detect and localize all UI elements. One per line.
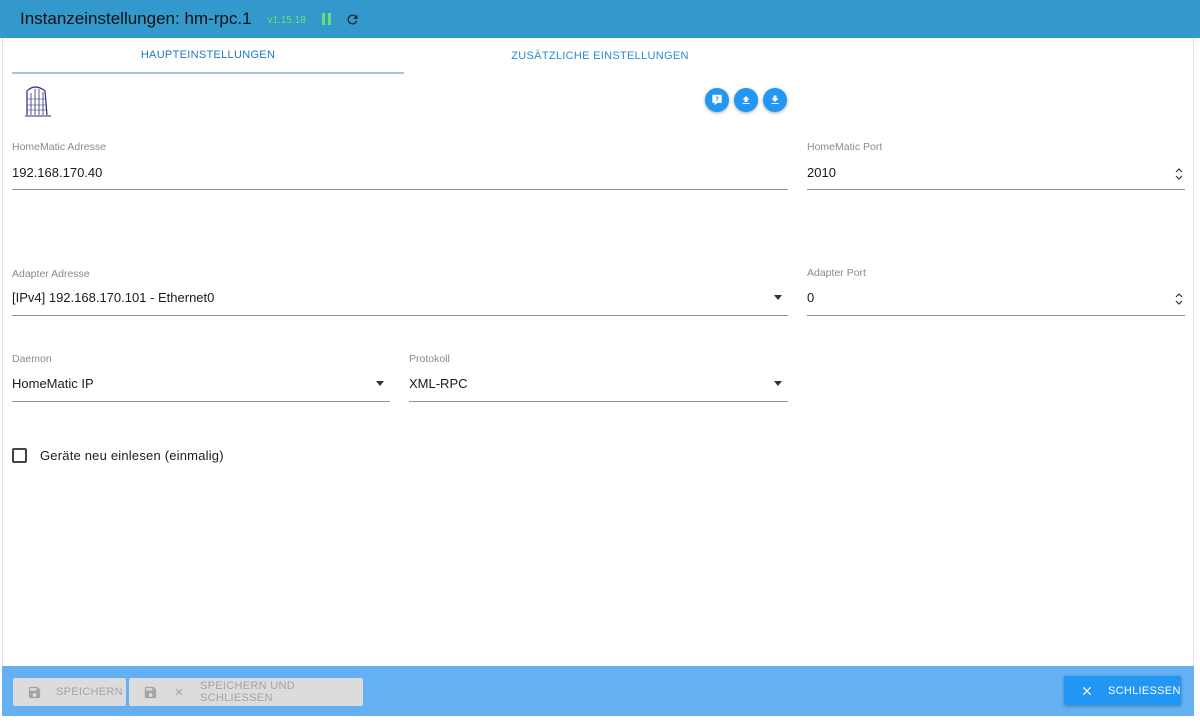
- download-icon: [769, 94, 781, 106]
- close-icon: [173, 686, 185, 698]
- footer-bar: SPEICHERN SPEICHERN UND SCHLIESSEN SCHLI…: [2, 666, 1194, 716]
- adapter-address-label: Adapter Adresse: [12, 268, 90, 280]
- help-icon: ?: [710, 93, 724, 107]
- window-title: Instanzeinstellungen: hm-rpc.1: [20, 9, 252, 28]
- chevron-down-icon[interactable]: [774, 381, 782, 386]
- save-button[interactable]: SPEICHERN: [13, 678, 126, 706]
- reload-devices-checkbox[interactable]: [12, 448, 27, 463]
- upload-button[interactable]: [734, 88, 758, 112]
- close-button[interactable]: SCHLIESSEN: [1064, 676, 1181, 705]
- chevron-down-icon[interactable]: [376, 381, 384, 386]
- homematic-address-label: HomeMatic Adresse: [12, 141, 106, 153]
- version-badge: v1.15.18: [267, 15, 306, 26]
- floppy-disk-icon: [143, 685, 158, 700]
- settings-panel: HAUPTEINSTELLUNGEN ZUSÄTZLICHE EINSTELLU…: [2, 38, 1194, 666]
- daemon-value: HomeMatic IP: [12, 376, 94, 391]
- adapter-port-stepper-icon[interactable]: [1175, 292, 1183, 306]
- adapter-port-label: Adapter Port: [807, 267, 866, 279]
- homematic-port-field[interactable]: HomeMatic Port 2010: [807, 141, 1185, 190]
- adapter-address-select[interactable]: Adapter Adresse [IPv4] 192.168.170.101 -…: [12, 268, 788, 316]
- homematic-logo: [23, 81, 53, 121]
- protocol-value: XML-RPC: [409, 376, 468, 391]
- help-button[interactable]: ?: [705, 88, 729, 112]
- save-label: SPEICHERN: [56, 686, 123, 698]
- tab-additional-settings[interactable]: ZUSÄTZLICHE EINSTELLUNGEN: [404, 38, 796, 74]
- download-button[interactable]: [763, 88, 787, 112]
- homematic-port-label: HomeMatic Port: [807, 141, 883, 153]
- reload-icon[interactable]: [345, 12, 360, 27]
- adapter-port-field[interactable]: Adapter Port 0: [807, 267, 1185, 316]
- floppy-disk-icon: [27, 685, 42, 700]
- port-stepper-icon[interactable]: [1175, 167, 1183, 181]
- reload-devices-label: Geräte neu einlesen (einmalig): [40, 448, 224, 463]
- upload-icon: [740, 94, 752, 106]
- protocol-label: Protokoll: [409, 353, 450, 365]
- reload-devices-option[interactable]: Geräte neu einlesen (einmalig): [12, 448, 224, 463]
- adapter-port-input[interactable]: 0: [807, 290, 814, 305]
- homematic-address-field[interactable]: HomeMatic Adresse 192.168.170.40: [12, 141, 788, 190]
- title-bar: Instanzeinstellungen: hm-rpc.1 v1.15.18: [0, 0, 1200, 38]
- homematic-address-input[interactable]: 192.168.170.40: [12, 165, 102, 180]
- save-and-close-label: SPEICHERN UND SCHLIESSEN: [200, 680, 295, 704]
- daemon-label: Daemon: [12, 353, 52, 365]
- tab-main-settings[interactable]: HAUPTEINSTELLUNGEN: [12, 38, 404, 74]
- homematic-port-input[interactable]: 2010: [807, 165, 836, 180]
- pause-icon[interactable]: [321, 13, 331, 25]
- daemon-select[interactable]: Daemon HomeMatic IP: [12, 353, 390, 402]
- svg-text:?: ?: [715, 95, 719, 103]
- close-label: SCHLIESSEN: [1108, 684, 1181, 697]
- adapter-address-value: [IPv4] 192.168.170.101 - Ethernet0: [12, 290, 215, 305]
- close-icon: [1080, 684, 1094, 698]
- save-and-close-button[interactable]: SPEICHERN UND SCHLIESSEN: [129, 678, 363, 706]
- protocol-select[interactable]: Protokoll XML-RPC: [409, 353, 788, 402]
- chevron-down-icon[interactable]: [774, 295, 782, 300]
